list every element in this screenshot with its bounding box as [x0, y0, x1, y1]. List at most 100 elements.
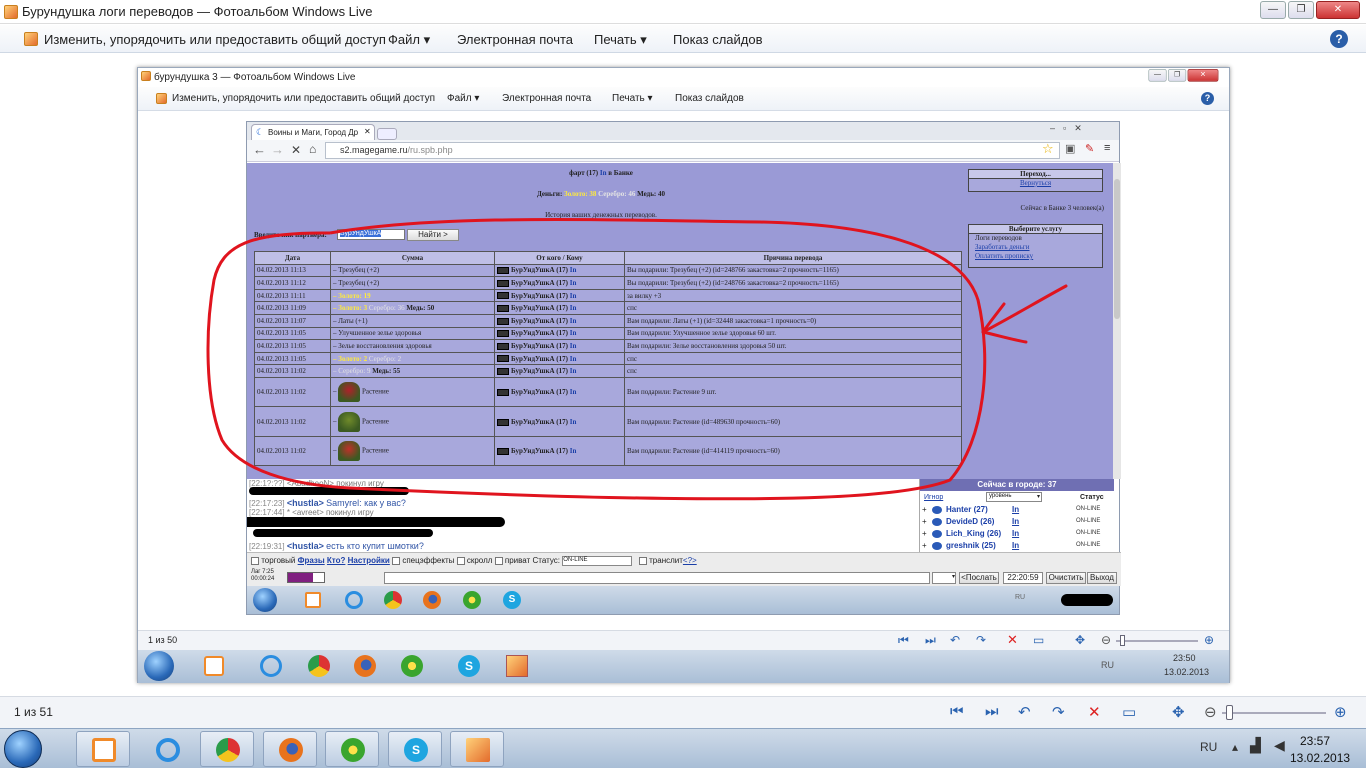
translit-select[interactable]: ▾ — [932, 572, 956, 584]
page-action-icon[interactable]: ▣ — [1065, 142, 1075, 155]
browser-window-buttons[interactable]: –▫✕ — [1050, 123, 1118, 137]
menu-slideshow[interactable]: Показ слайдов — [673, 32, 763, 47]
partner-input[interactable]: БурУндУшкА — [337, 229, 405, 240]
first-photo-icon[interactable]: ⏮ — [950, 703, 964, 720]
task-firefox[interactable] — [263, 731, 317, 767]
private-checkbox[interactable] — [494, 557, 503, 565]
inner-delete-icon[interactable]: ✕ — [1007, 632, 1018, 648]
player-name[interactable]: greshnik (25) — [946, 541, 996, 550]
browser-tab[interactable]: ☾ Воины и Маги, Город Др ✕ — [251, 124, 375, 140]
bs-chrome-icon[interactable] — [384, 591, 402, 609]
inner-start-button[interactable] — [144, 651, 174, 681]
inner-zoom-thumb[interactable] — [1120, 635, 1125, 646]
inner-lang-indicator[interactable]: RU — [1101, 660, 1114, 670]
effects-checkbox[interactable] — [392, 557, 401, 565]
menu-file[interactable]: Файл ▾ — [388, 32, 430, 48]
new-tab-button[interactable] — [377, 128, 397, 140]
inner-icq-icon[interactable] — [401, 655, 423, 677]
tray-up-icon[interactable]: ▴ — [1232, 740, 1238, 754]
bs-media-icon[interactable] — [305, 592, 321, 608]
help-icon[interactable]: ? — [1330, 30, 1348, 48]
inner-zoom-slider[interactable] — [1116, 640, 1198, 642]
inner-first-icon[interactable]: ⏮ — [898, 633, 909, 648]
player-in-link[interactable]: In — [570, 447, 577, 455]
inner-gallery-task-icon[interactable] — [506, 655, 528, 677]
fit-window-icon[interactable]: ✥ — [1172, 703, 1185, 721]
inner-ie-icon[interactable] — [260, 655, 282, 677]
settings-link[interactable]: Настройки — [348, 556, 390, 565]
scroll-checkbox[interactable] — [456, 557, 465, 565]
status-select[interactable]: ON-LINE — [562, 556, 633, 566]
slideshow-icon[interactable]: ▭ — [1122, 703, 1136, 721]
zoom-slider[interactable] — [1222, 712, 1326, 714]
expand-icon[interactable]: + — [922, 541, 927, 550]
trade-checkbox[interactable] — [251, 557, 259, 565]
network-icon[interactable]: ▟ — [1250, 737, 1261, 754]
who-link[interactable]: Кто? — [327, 556, 345, 565]
player-in-link[interactable]: In — [570, 266, 577, 274]
player-in-link[interactable]: In — [570, 367, 577, 375]
clear-button[interactable]: Очистить — [1046, 572, 1086, 584]
player-in-link[interactable]: In — [570, 317, 577, 325]
list-item[interactable]: + Lich_King (26) In ON-LINE — [920, 529, 1114, 541]
player-in-link[interactable]: In — [570, 388, 577, 396]
send-button[interactable]: <Послать — [959, 572, 999, 584]
service-pay-link[interactable]: Оплатить прописку — [975, 252, 1033, 260]
inner-slideshow-icon[interactable]: ▭ — [1033, 633, 1044, 647]
delete-icon[interactable]: ✕ — [1088, 703, 1101, 721]
volume-icon[interactable]: ◀ — [1274, 737, 1285, 754]
task-ie[interactable] — [140, 731, 194, 767]
player-in-link[interactable]: In — [1012, 505, 1019, 514]
player-in-link[interactable]: In — [570, 342, 577, 350]
inner-help-icon[interactable]: ? — [1201, 92, 1214, 105]
inner-menu-email[interactable]: Электронная почта — [502, 93, 591, 104]
sort-select[interactable]: уровень ▾ — [986, 492, 1042, 502]
inner-fit-icon[interactable]: ✥ — [1075, 633, 1085, 647]
ignore-link[interactable]: Игнор — [924, 494, 943, 501]
task-icq[interactable] — [325, 731, 379, 767]
bookmark-star-icon[interactable]: ☆ — [1042, 141, 1054, 157]
translit-checkbox[interactable] — [638, 557, 647, 565]
inner-minimize-button[interactable]: — — [1148, 69, 1167, 82]
inner-zoom-out-icon[interactable]: ⊖ — [1101, 633, 1111, 647]
menu-print[interactable]: Печать ▾ — [594, 32, 647, 48]
task-skype[interactable]: S — [388, 731, 442, 767]
inner-skype-icon[interactable]: S — [458, 655, 480, 677]
player-name[interactable]: Hanter (27) — [946, 505, 988, 514]
zoom-in-icon[interactable]: ⊕ — [1334, 703, 1347, 721]
translit-help-link[interactable]: <?> — [683, 556, 697, 565]
list-item[interactable]: + Hanter (27) In ON-LINE — [920, 505, 1114, 517]
menu-organize[interactable]: Изменить, упорядочить или предоставить о… — [44, 32, 386, 47]
zoom-thumb[interactable] — [1226, 705, 1233, 720]
player-in-link[interactable]: In — [570, 355, 577, 363]
bs-firefox-icon[interactable] — [423, 591, 441, 609]
back-link[interactable]: Вернуться — [1020, 179, 1051, 187]
menu-icon[interactable]: ≡ — [1104, 142, 1110, 154]
forward-icon[interactable]: → — [271, 142, 284, 157]
player-name[interactable]: DevideD (26) — [946, 517, 994, 526]
maximize-button[interactable]: ❐ — [1288, 1, 1314, 19]
back-icon[interactable]: ← — [253, 142, 266, 157]
inner-zoom-in-icon[interactable]: ⊕ — [1204, 633, 1214, 647]
player-in-link[interactable]: In — [570, 304, 577, 312]
home-icon[interactable]: ⌂ — [309, 142, 316, 156]
extension-icon[interactable]: ✎ — [1085, 142, 1094, 155]
inner-chrome-icon[interactable] — [308, 655, 330, 677]
service-earn-link[interactable]: Заработать деньги — [975, 243, 1030, 251]
task-media-player[interactable] — [76, 731, 130, 767]
next-photo-icon[interactable]: ⏭ — [985, 703, 999, 720]
task-photo-gallery[interactable] — [450, 731, 504, 767]
page-scrollbar[interactable] — [1113, 163, 1121, 479]
player-in-link[interactable]: In — [570, 279, 577, 287]
bs-icq-icon[interactable] — [463, 591, 481, 609]
inner-media-icon[interactable] — [204, 656, 224, 676]
exit-button[interactable]: Выход — [1087, 572, 1117, 584]
rotate-right-icon[interactable]: ↷ — [1052, 703, 1065, 721]
player-in-link[interactable]: In — [570, 292, 577, 300]
lang-indicator[interactable]: RU — [1200, 740, 1217, 754]
bs-lang[interactable]: RU — [1015, 594, 1025, 601]
bs-start-button[interactable] — [253, 588, 277, 612]
expand-icon[interactable]: + — [922, 517, 927, 526]
inner-next-icon[interactable]: ⏭ — [925, 633, 936, 648]
player-name[interactable]: Lich_King (26) — [946, 529, 1001, 538]
